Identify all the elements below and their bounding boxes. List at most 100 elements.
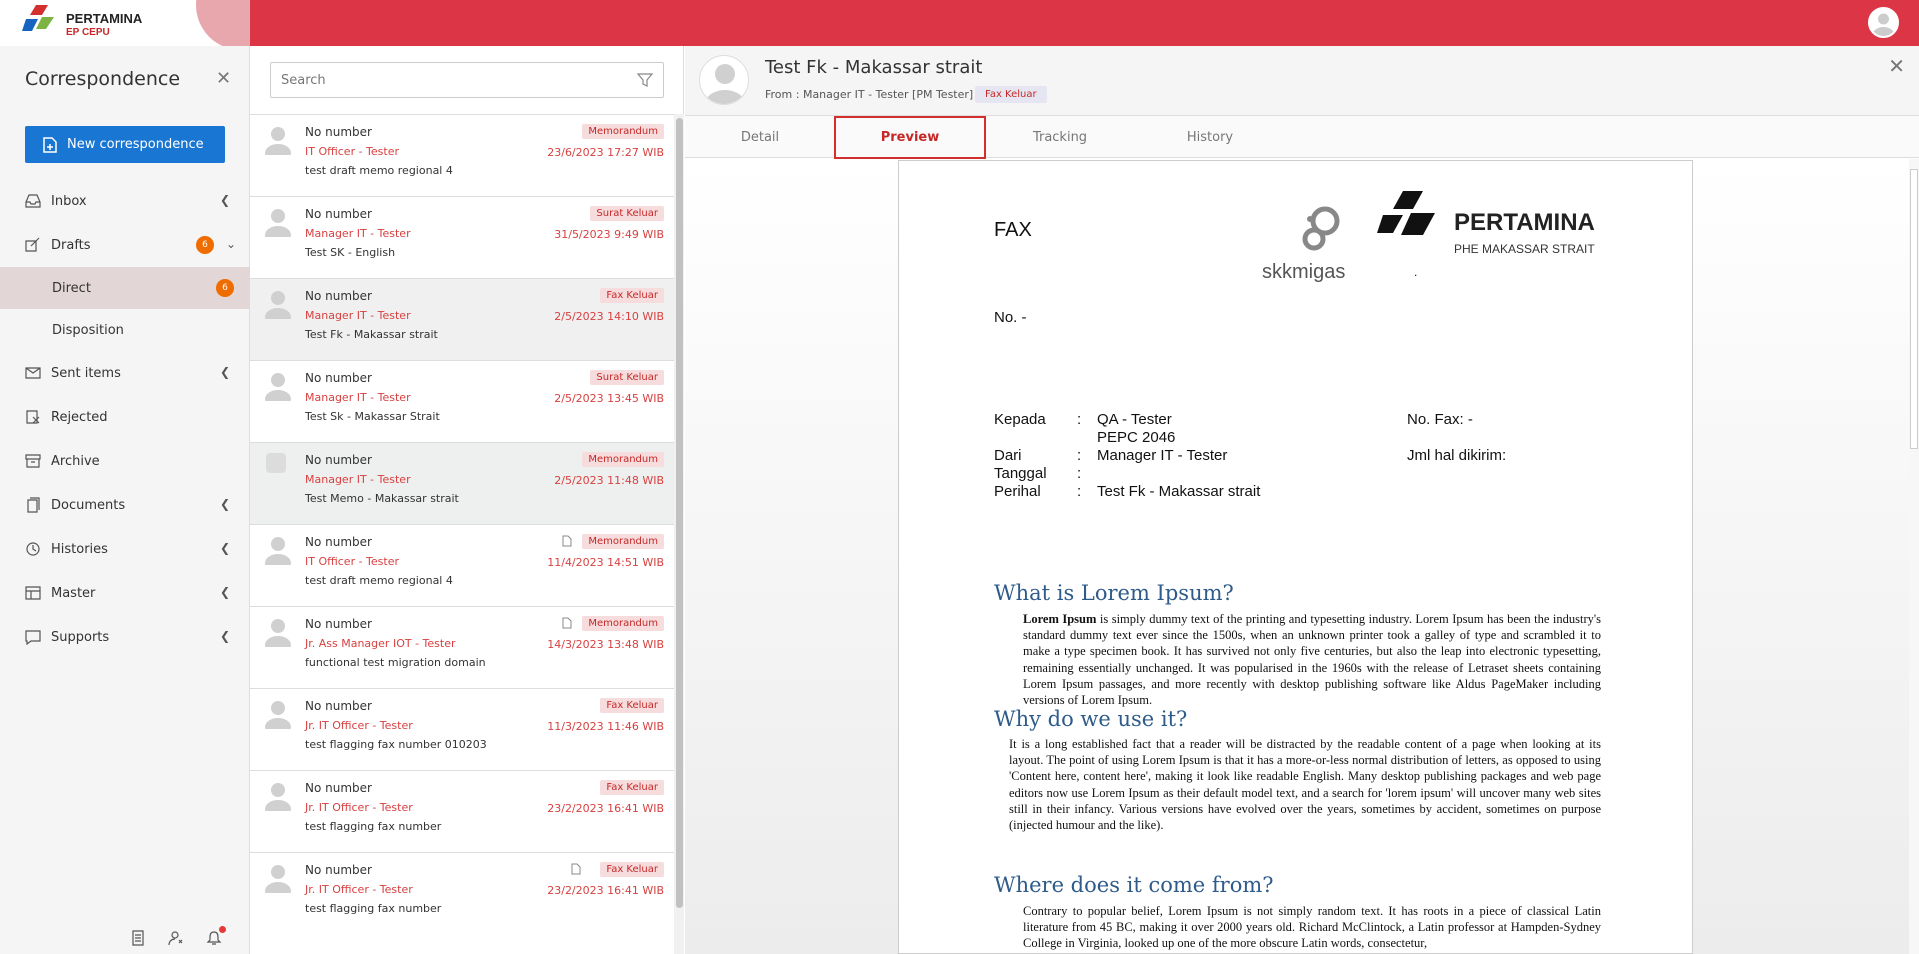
new-document-icon [43, 136, 57, 153]
item-subject: Test Sk - Makassar Strait [305, 410, 440, 423]
item-date: 23/2/2023 16:41 WIB [547, 884, 664, 897]
doc-paragraph-1: Lorem Ipsum is simply dummy text of the … [1023, 611, 1601, 708]
tab-tracking[interactable]: Tracking [985, 116, 1135, 158]
detail-header: Test Fk - Makassar strait From : Manager… [685, 46, 1919, 116]
attachment-icon [571, 863, 581, 875]
chevron-down-icon: ⌄ [225, 237, 236, 251]
list-item[interactable]: No number Jr. IT Officer - Tester test f… [250, 770, 674, 852]
doc-no-fax: No. Fax: - [1407, 411, 1473, 428]
sidebar-item-disposition[interactable]: Disposition [0, 309, 250, 351]
close-icon[interactable]: ✕ [1888, 54, 1905, 78]
document-preview[interactable]: FAX skkmigas PERTAMINA PHE MAKASSAR STRA… [685, 159, 1919, 954]
item-type-badge: Memorandum [582, 124, 664, 139]
sidebar-item-direct[interactable]: Direct 6 [0, 267, 250, 309]
sidebar-item-label: Sent items [51, 365, 121, 381]
item-number: No number [305, 535, 372, 549]
item-type-badge: Fax Keluar [600, 288, 664, 303]
brand-sub: EP CEPU [66, 27, 110, 38]
list-item[interactable]: No number Manager IT - Tester Test Sk - … [250, 360, 674, 442]
doc-kepada-value: QA - Tester [1097, 411, 1172, 428]
list-item[interactable]: No number Jr. IT Officer - Tester test f… [250, 688, 674, 770]
item-date: 23/2/2023 16:41 WIB [547, 802, 664, 815]
sidebar-close-icon[interactable]: ✕ [216, 68, 231, 89]
sidebar-item-label: Inbox [51, 193, 87, 209]
attachment-icon [562, 535, 572, 547]
filter-icon[interactable] [637, 72, 653, 88]
doc-colon: : [1077, 447, 1082, 464]
sidebar-item-label: Drafts [51, 237, 91, 253]
chevron-left-icon: ❮ [219, 541, 230, 555]
item-sender: Manager IT - Tester [305, 391, 411, 404]
sidebar-item-rejected[interactable]: Rejected [0, 395, 250, 439]
tab-history[interactable]: History [1135, 116, 1285, 158]
user-settings-icon[interactable] [168, 930, 184, 946]
list-item[interactable]: No number IT Officer - Tester test draft… [250, 524, 674, 606]
sidebar-item-label: Histories [51, 541, 108, 557]
sidebar-item-sent-items[interactable]: Sent items ❮ [0, 351, 250, 395]
list-item[interactable]: No number Jr. IT Officer - Tester test f… [250, 852, 674, 934]
doc-paragraph-2: It is a long established fact that a rea… [1009, 737, 1601, 833]
item-date: 2/5/2023 13:45 WIB [554, 392, 664, 405]
document-list-icon[interactable] [130, 930, 146, 946]
list-scrollbar-thumb[interactable] [676, 118, 683, 908]
item-sender: Manager IT - Tester [305, 309, 411, 322]
sidebar-item-label: Rejected [51, 409, 108, 425]
doc-paragraph-3: Contrary to popular belief, Lorem Ipsum … [1023, 904, 1601, 951]
doc-heading-1: What is Lorem Ipsum? [994, 581, 1234, 605]
sidebar-item-documents[interactable]: Documents ❮ [0, 483, 250, 527]
user-avatar-icon [1872, 13, 1895, 36]
doc-dari-value: Manager IT - Tester [1097, 447, 1228, 464]
new-correspondence-label: New correspondence [67, 137, 204, 152]
documents-icon [27, 497, 40, 513]
search-input[interactable]: Search [270, 62, 664, 98]
avatar [265, 783, 291, 811]
item-subject: Test SK - English [305, 246, 396, 259]
sidebar-nav: Inbox ❮ Drafts 6 ⌄ Direct 6 Disposition … [0, 179, 250, 659]
doc-perihal-label: Perihal [994, 483, 1041, 500]
sidebar-item-master[interactable]: Master ❮ [0, 571, 250, 615]
sidebar-item-archive[interactable]: Archive [0, 439, 250, 483]
chevron-left-icon: ❮ [219, 365, 230, 379]
item-subject: Test Fk - Makassar strait [305, 328, 438, 341]
sidebar-item-supports[interactable]: Supports ❮ [0, 615, 250, 659]
list-item[interactable]: No number Jr. Ass Manager IOT - Tester f… [250, 606, 674, 688]
history-icon [26, 542, 40, 556]
preview-scrollbar-thumb[interactable] [1910, 169, 1918, 449]
item-subject: Test Memo - Makassar strait [305, 492, 459, 505]
brand-logo[interactable]: PERTAMINA EP CEPU [0, 0, 250, 46]
notifications-button[interactable] [206, 926, 226, 950]
item-date: 31/5/2023 9:49 WIB [554, 228, 664, 241]
item-type-badge: Surat Keluar [590, 370, 664, 385]
list-item[interactable]: No number Manager IT - Tester Test Memo … [250, 442, 674, 524]
doc-colon: : [1077, 483, 1082, 500]
item-type-badge: Memorandum [582, 452, 664, 467]
item-subject: test draft memo regional 4 [305, 164, 453, 177]
avatar [265, 619, 291, 647]
item-number: No number [305, 781, 372, 795]
top-bar [0, 0, 1919, 46]
list-item[interactable]: No number IT Officer - Tester test draft… [250, 114, 674, 196]
sidebar-item-label: Disposition [52, 322, 124, 338]
new-correspondence-button[interactable]: New correspondence [25, 126, 225, 163]
item-subject: test flagging fax number [305, 820, 442, 833]
doc-heading-3: Where does it come from? [994, 873, 1274, 897]
user-avatar[interactable] [1868, 7, 1899, 38]
item-subject: test flagging fax number 010203 [305, 738, 487, 751]
doc-heading-2: Why do we use it? [994, 707, 1188, 731]
list-item[interactable]: No number Manager IT - Tester Test SK - … [250, 196, 674, 278]
sidebar-item-drafts[interactable]: Drafts 6 ⌄ [0, 223, 250, 267]
list-item[interactable]: No number Manager IT - Tester Test Fk - … [250, 278, 674, 360]
item-sender: Jr. IT Officer - Tester [305, 883, 413, 896]
tab-detail[interactable]: Detail [685, 116, 835, 158]
tab-preview[interactable]: Preview [834, 116, 986, 160]
doc-perihal-value: Test Fk - Makassar strait [1097, 483, 1261, 500]
doc-tanggal-label: Tanggal [994, 465, 1047, 482]
supports-icon [25, 630, 41, 645]
row-checkbox[interactable] [266, 453, 286, 473]
drafts-icon [25, 237, 40, 252]
doc-dari-label: Dari [994, 447, 1022, 464]
preview-scrollbar[interactable] [1909, 159, 1919, 954]
sidebar-item-histories[interactable]: Histories ❮ [0, 527, 250, 571]
sidebar-item-inbox[interactable]: Inbox ❮ [0, 179, 250, 223]
notification-dot [219, 926, 226, 933]
